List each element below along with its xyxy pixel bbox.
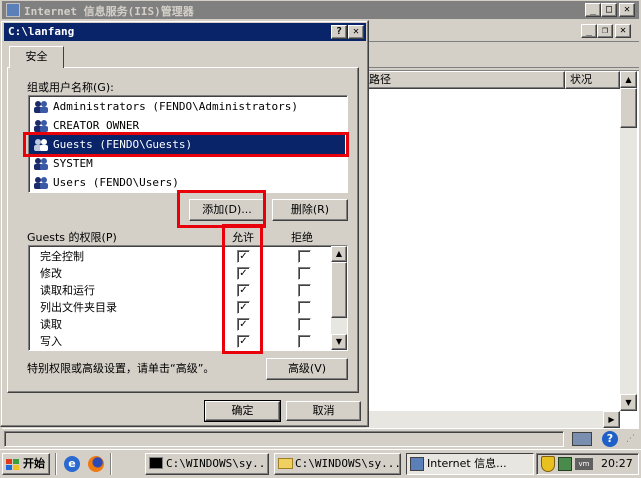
list-view[interactable]: 路径 状况 ▲ ▼ ▶ [366,70,639,428]
scroll-down-button[interactable]: ▼ [620,394,637,411]
advanced-button[interactable]: 高级(V) [266,358,348,380]
highlight-guests-row [23,132,349,157]
users-group-icon [33,100,49,113]
column-header-path[interactable]: 路径 [366,71,565,89]
deny-checkbox[interactable] [298,250,311,263]
highlight-allow-column [222,224,263,354]
status-pane [4,431,564,447]
console-icon [149,457,163,469]
toolbar-area [368,44,639,68]
perm-row-modify: 修改 ✓ [29,265,331,282]
system-tray: vm 20:27 [536,453,639,475]
scroll-up-button[interactable]: ▲ [331,246,347,262]
dialog-title-bar[interactable]: C:\lanfang ? ✕ [4,23,366,41]
iis-app-icon [6,3,20,17]
tab-security[interactable]: 安全 [9,46,64,68]
column-header-status[interactable]: 状况 [565,71,620,89]
windows-logo-icon [6,458,19,470]
network-icon [572,432,592,446]
child-restore-button[interactable]: ❐ [597,24,613,38]
perm-row-read-execute: 读取和运行 ✓ [29,282,331,299]
perm-row-list-folder: 列出文件夹目录 ✓ [29,299,331,316]
quicklaunch-separator [110,453,112,475]
remove-user-button[interactable]: 删除(R) [272,199,348,221]
users-group-icon [33,119,49,132]
close-button[interactable]: ✕ [619,3,635,17]
firefox-icon[interactable] [88,456,104,472]
deny-checkbox[interactable] [298,284,311,297]
iis-title-bar[interactable]: Internet 信息服务(IIS)管理器 _ □ ✕ [2,1,639,19]
advanced-hint-text: 特别权限或高级设置，请单击“高级”。 [27,362,215,375]
scroll-thumb[interactable] [331,262,347,318]
clock[interactable]: 20:27 [601,457,633,470]
cancel-button[interactable]: 取消 [286,401,361,421]
dialog-help-button[interactable]: ? [331,25,347,39]
help-icon[interactable]: ? [602,431,618,447]
perm-row-read: 读取 ✓ [29,316,331,333]
scroll-right-button[interactable]: ▶ [603,411,620,428]
list-item-administrators[interactable]: Administrators (FENDO\Administrators) [29,97,347,116]
dialog-close-button[interactable]: ✕ [348,25,364,39]
network-tray-icon[interactable] [558,457,572,471]
users-group-icon [33,157,49,170]
permissions-label: Guests 的权限(P) [27,231,117,244]
resize-grip-icon[interactable]: ⋰ [626,433,638,445]
deny-checkbox[interactable] [298,318,311,331]
highlight-add-button [177,190,266,228]
ok-button[interactable]: 确定 [204,400,281,422]
child-minimize-button[interactable]: _ [581,24,597,38]
maximize-button[interactable]: □ [601,3,617,17]
list-vscrollbar[interactable]: ▲ ▼ [620,71,637,411]
ie-icon[interactable]: e [64,456,80,472]
scroll-up-button[interactable]: ▲ [620,71,637,88]
taskbar-button-iis[interactable]: Internet 信息... [406,453,534,475]
taskbar-button-explorer[interactable]: C:\WINDOWS\sy... [274,453,401,475]
users-group-icon [33,176,49,189]
folder-icon [278,458,293,469]
scroll-down-button[interactable]: ▼ [331,334,347,350]
minimize-button[interactable]: _ [585,3,601,17]
iis-window-title: Internet 信息服务(IIS)管理器 [24,5,194,18]
deny-checkbox[interactable] [298,301,311,314]
deny-checkbox[interactable] [298,335,311,348]
taskbar-button-cmd[interactable]: C:\WINDOWS\sy... [145,453,269,475]
mdi-child-bar: _ ❐ ✕ [368,20,639,42]
permissions-scrollbar[interactable]: ▲ ▼ [331,246,347,350]
list-hscrollbar[interactable]: ▶ [366,411,620,428]
status-bar: ? ⋰ [2,428,639,448]
child-close-button[interactable]: ✕ [615,24,631,38]
quicklaunch-separator [55,453,57,475]
tab-panel: 组或用户名称(G): Administrators (FENDO\Adminis… [7,67,359,393]
vmware-tray-icon[interactable]: vm [575,458,593,470]
start-button[interactable]: 开始 [2,453,50,475]
scroll-thumb[interactable] [620,88,637,128]
users-label: 组或用户名称(G): [27,81,114,94]
iis-app-icon [410,457,424,471]
dialog-title: C:\lanfang [8,25,75,38]
perm-row-full-control: 完全控制 ✓ [29,248,331,265]
security-shield-icon[interactable] [541,456,555,472]
taskbar: 开始 e C:\WINDOWS\sy... C:\WINDOWS\sy... I… [0,449,641,477]
permissions-list[interactable]: 完全控制 ✓ 修改 ✓ 读取和运行 ✓ 列出文件夹目录 ✓ 读取 ✓ 写入 ✓ … [28,245,348,351]
perm-row-write: 写入 ✓ [29,333,331,350]
deny-column-header: 拒绝 [291,231,313,244]
deny-checkbox[interactable] [298,267,311,280]
permissions-rows: 完全控制 ✓ 修改 ✓ 读取和运行 ✓ 列出文件夹目录 ✓ 读取 ✓ 写入 ✓ [29,248,331,350]
